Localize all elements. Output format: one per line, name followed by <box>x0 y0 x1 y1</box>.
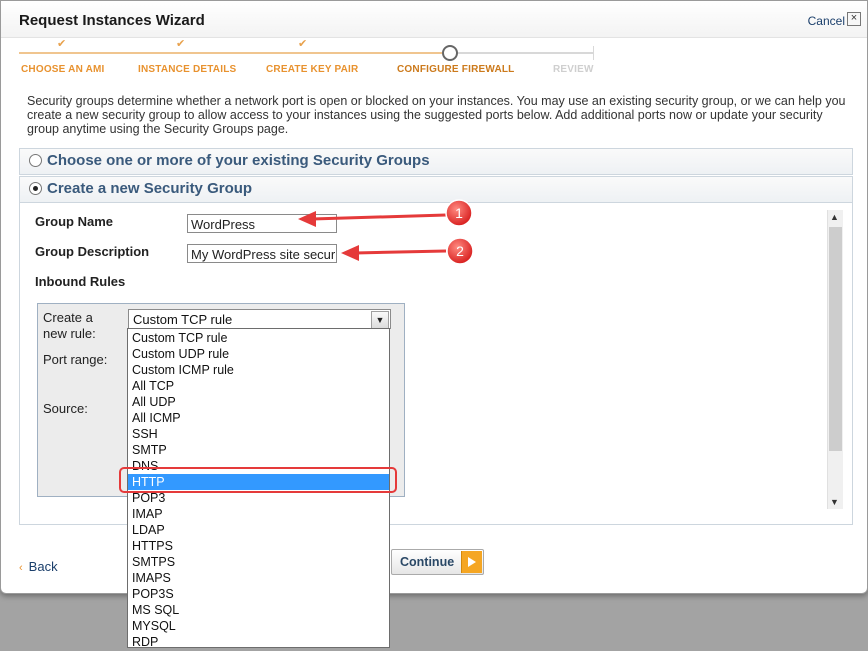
arrow-2-line <box>354 249 447 255</box>
marker-2-label: 2 <box>456 243 464 259</box>
marker-1-label: 1 <box>455 205 463 221</box>
annotation-overlay: 1 2 <box>298 199 474 265</box>
arrow-2-head-icon <box>341 245 359 261</box>
arrow-1-head-icon <box>298 211 316 227</box>
arrow-1-line <box>311 213 447 221</box>
